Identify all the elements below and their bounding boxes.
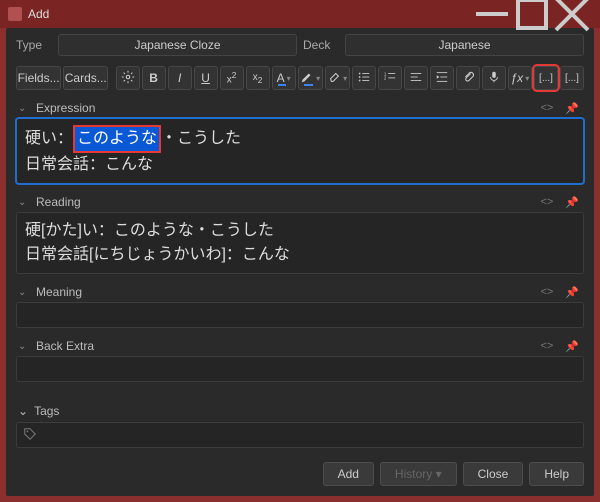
close-button[interactable]: Close bbox=[463, 462, 524, 486]
text-color-button[interactable]: A▾ bbox=[272, 66, 296, 90]
field-meaning: ⌄ Meaning <> 📌 bbox=[16, 282, 584, 328]
meaning-editor[interactable] bbox=[16, 302, 584, 328]
eraser-icon bbox=[327, 70, 341, 87]
cloze-icon: [...] bbox=[539, 73, 553, 84]
maximize-button[interactable] bbox=[512, 0, 552, 28]
field-label: Reading bbox=[36, 195, 81, 209]
subscript-button[interactable]: x2 bbox=[246, 66, 270, 90]
tag-icon bbox=[23, 427, 37, 444]
history-button[interactable]: History ▾ bbox=[380, 462, 457, 486]
editor-toolbar: Fields... Cards... B I U x2 x2 A▾ ▾ ▾ 12 bbox=[6, 62, 594, 96]
highlight-button[interactable]: ▾ bbox=[298, 66, 323, 90]
expression-editor[interactable]: 硬い：このような・こうした 日常会話：こんな bbox=[16, 118, 584, 184]
html-toggle-icon[interactable]: <> bbox=[537, 196, 556, 208]
fx-icon: ƒx bbox=[511, 71, 524, 85]
ordered-list-button[interactable]: 12 bbox=[378, 66, 402, 90]
html-toggle-icon[interactable]: <> bbox=[537, 340, 556, 352]
field-back-extra: ⌄ Back Extra <> 📌 bbox=[16, 336, 584, 382]
cloze-same-icon: [...] bbox=[565, 73, 579, 84]
deck-selector[interactable]: Japanese bbox=[345, 34, 584, 56]
record-button[interactable] bbox=[482, 66, 506, 90]
superscript-icon: x2 bbox=[227, 70, 237, 85]
pin-icon[interactable]: 📌 bbox=[562, 102, 582, 115]
svg-text:2: 2 bbox=[384, 75, 387, 80]
settings-button[interactable] bbox=[116, 66, 140, 90]
clear-format-button[interactable]: ▾ bbox=[325, 66, 350, 90]
mic-icon bbox=[487, 70, 501, 87]
reading-editor[interactable]: 硬[かた]い：このような・こうした 日常会話[にちじょうかいわ]：こんな bbox=[16, 212, 584, 274]
app-icon bbox=[8, 7, 22, 21]
html-toggle-icon[interactable]: <> bbox=[537, 102, 556, 114]
equation-button[interactable]: ƒx▾ bbox=[508, 66, 532, 90]
field-expression: ⌄ Expression <> 📌 硬い：このような・こうした 日常会話：こんな bbox=[16, 98, 584, 184]
italic-icon: I bbox=[178, 71, 181, 85]
cloze-same-button[interactable]: [...] bbox=[560, 66, 584, 90]
cloze-button[interactable]: [...] bbox=[534, 66, 558, 90]
fields-button[interactable]: Fields... bbox=[16, 66, 61, 90]
ol-icon: 12 bbox=[383, 70, 397, 87]
indent-button[interactable] bbox=[430, 66, 454, 90]
help-button[interactable]: Help bbox=[529, 462, 584, 486]
paperclip-icon bbox=[461, 70, 475, 87]
chevron-down-icon[interactable]: ⌄ bbox=[18, 103, 30, 114]
subscript-icon: x2 bbox=[253, 72, 263, 85]
attach-button[interactable] bbox=[456, 66, 480, 90]
gear-icon bbox=[121, 70, 135, 87]
field-label: Expression bbox=[36, 101, 95, 115]
chevron-down-icon[interactable]: ⌄ bbox=[18, 197, 30, 208]
titlebar: Add bbox=[0, 0, 600, 28]
field-label: Meaning bbox=[36, 285, 82, 299]
italic-button[interactable]: I bbox=[168, 66, 192, 90]
bold-button[interactable]: B bbox=[142, 66, 166, 90]
window-title: Add bbox=[28, 7, 49, 21]
type-selector[interactable]: Japanese Cloze bbox=[58, 34, 297, 56]
field-reading: ⌄ Reading <> 📌 硬[かた]い：このような・こうした 日常会話[にち… bbox=[16, 192, 584, 274]
align-icon bbox=[409, 70, 423, 87]
indent-icon bbox=[435, 70, 449, 87]
superscript-button[interactable]: x2 bbox=[220, 66, 244, 90]
close-window-button[interactable] bbox=[552, 0, 592, 28]
text-color-icon: A bbox=[277, 71, 285, 85]
back-extra-editor[interactable] bbox=[16, 356, 584, 382]
pin-icon[interactable]: 📌 bbox=[562, 286, 582, 299]
chevron-down-icon[interactable]: ⌄ bbox=[18, 404, 28, 418]
minimize-button[interactable] bbox=[472, 0, 512, 28]
tags-label: Tags bbox=[34, 404, 59, 418]
type-label: Type bbox=[16, 38, 52, 52]
pin-icon[interactable]: 📌 bbox=[562, 340, 582, 353]
deck-label: Deck bbox=[303, 38, 339, 52]
chevron-down-icon[interactable]: ⌄ bbox=[18, 341, 30, 352]
underline-button[interactable]: U bbox=[194, 66, 218, 90]
selected-text: このような bbox=[73, 125, 161, 153]
add-button[interactable]: Add bbox=[323, 462, 374, 486]
unordered-list-button[interactable] bbox=[352, 66, 376, 90]
tags-input[interactable] bbox=[16, 422, 584, 448]
cards-button[interactable]: Cards... bbox=[63, 66, 108, 90]
ul-icon bbox=[357, 70, 371, 87]
bold-icon: B bbox=[149, 71, 158, 85]
chevron-down-icon[interactable]: ⌄ bbox=[18, 287, 30, 298]
pin-icon[interactable]: 📌 bbox=[562, 196, 582, 209]
align-button[interactable] bbox=[404, 66, 428, 90]
underline-icon: U bbox=[201, 71, 210, 85]
html-toggle-icon[interactable]: <> bbox=[537, 286, 556, 298]
field-label: Back Extra bbox=[36, 339, 94, 353]
